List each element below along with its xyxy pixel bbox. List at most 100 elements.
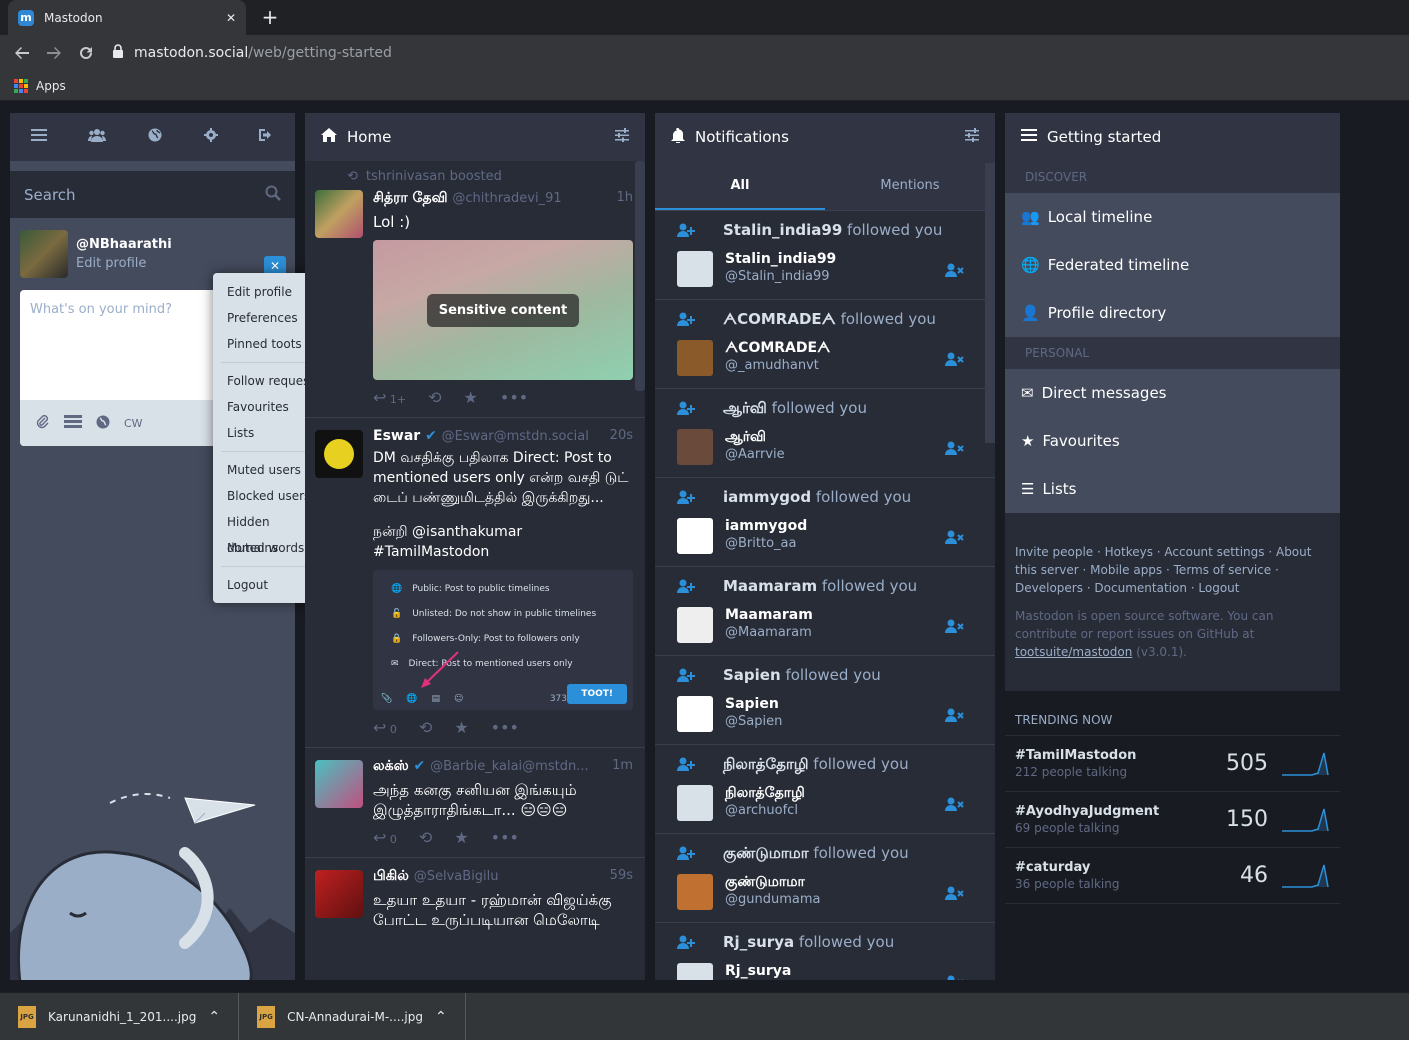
unfollow-icon[interactable] (945, 263, 965, 281)
notification-display-name[interactable]: Rj_surya (725, 963, 791, 979)
nav-lists[interactable]: ☰ Lists (1005, 465, 1340, 513)
status-time[interactable]: 59s (610, 868, 633, 886)
boost-icon[interactable]: ⟲ (419, 828, 432, 847)
status-display-name[interactable]: சித்ரா தேவி (373, 190, 448, 206)
status-time[interactable]: 20s (610, 428, 633, 444)
status-avatar[interactable] (315, 760, 363, 808)
unfollow-icon[interactable] (945, 530, 965, 548)
notification-avatar[interactable] (677, 963, 713, 980)
notification-display-name[interactable]: Maamaram (725, 607, 813, 623)
unfollow-icon[interactable] (945, 886, 965, 904)
notification-display-name[interactable]: Sapien (725, 696, 779, 712)
notification-avatar[interactable] (677, 518, 713, 554)
notification-item[interactable]: ஆர்வி followed you ஆர்வி @Aarrvie (655, 389, 995, 478)
status-avatar[interactable] (315, 190, 363, 238)
users-icon[interactable] (88, 128, 107, 146)
more-icon[interactable]: ••• (500, 388, 528, 407)
notification-avatar[interactable] (677, 429, 713, 465)
notification-account[interactable]: ஆர்வி (723, 399, 767, 417)
download-item[interactable]: JPG CN-Annadurai-M-....jpg ⌃ (239, 992, 466, 1040)
unfollow-icon[interactable] (945, 708, 965, 726)
home-column-header[interactable]: Home (305, 113, 645, 161)
reply-button[interactable]: ↩ 1+ (373, 388, 406, 407)
nav-local-timeline[interactable]: 👥 Local timeline (1005, 193, 1340, 241)
github-link[interactable]: tootsuite/mastodon (1015, 645, 1132, 659)
chevron-up-icon[interactable]: ⌃ (208, 1009, 220, 1025)
status-display-name[interactable]: லக்ஸ் (373, 758, 409, 774)
notification-account[interactable]: iammygod (723, 488, 811, 506)
globe-icon[interactable] (148, 128, 162, 146)
trend-item[interactable]: #caturday 36 people talking 46 (1005, 848, 1340, 904)
status-display-name[interactable]: Eswar (373, 428, 420, 444)
status-time[interactable]: 1m (612, 758, 633, 776)
paperclip-icon[interactable] (36, 414, 50, 432)
notification-account[interactable]: நிலாத்தோழி (723, 755, 809, 773)
footer-link[interactable]: Hotkeys (1105, 545, 1153, 559)
notification-item[interactable]: ᗅCOMRADEᗅ followed you ᗅCOMRADEᗅ @_amudhan… (655, 300, 995, 389)
notification-avatar[interactable] (677, 785, 713, 821)
embedded-screenshot[interactable]: 🌐 Public: Post to public timelines 🔓 Unlis… (373, 570, 633, 710)
sensitive-media[interactable]: Sensitive content (373, 240, 633, 380)
search-input[interactable]: Search (10, 171, 295, 218)
boost-icon[interactable]: ⟲ (428, 388, 441, 407)
trend-hashtag[interactable]: #AyodhyaJudgment (1015, 804, 1202, 819)
footer-link[interactable]: Documentation (1094, 581, 1187, 595)
globe-icon[interactable] (96, 415, 110, 432)
notification-avatar[interactable] (677, 251, 713, 287)
cw-button[interactable]: CW (124, 417, 143, 430)
notification-item[interactable]: Maamaram followed you Maamaram @Maamaram (655, 567, 995, 656)
notification-item[interactable]: iammygod followed you iammygod @Britto_aa (655, 478, 995, 567)
notification-avatar[interactable] (677, 607, 713, 643)
status-time[interactable]: 1h (616, 190, 633, 208)
status-item[interactable]: சித்ரா தேவி @chithradevi_91 1h Lol :) Se… (305, 184, 645, 418)
star-icon[interactable]: ★ (464, 388, 478, 407)
notification-display-name[interactable]: iammygod (725, 518, 807, 534)
download-item[interactable]: JPG Karunanidhi_1_201....jpg ⌃ (0, 992, 240, 1040)
avatar[interactable] (20, 230, 68, 278)
status-item[interactable]: Eswar ✔ @Eswar@mstdn.social 20s DM வசதிக… (305, 418, 645, 748)
menu-icon[interactable] (30, 128, 47, 146)
reply-button[interactable]: ↩ 0 (373, 718, 397, 737)
unfollow-icon[interactable] (945, 797, 965, 815)
notification-item[interactable]: நிலாத்தோழி followed you நிலாத்தோழி @archuo… (655, 745, 995, 834)
unfollow-icon[interactable] (945, 352, 965, 370)
notification-account[interactable]: ᗅCOMRADEᗅ (723, 310, 836, 328)
sliders-icon[interactable] (965, 128, 979, 146)
poll-icon[interactable] (64, 414, 82, 432)
browser-tab[interactable]: m Mastodon ✕ (8, 0, 246, 35)
nav-direct-messages[interactable]: ✉ Direct messages (1005, 369, 1340, 417)
trend-item[interactable]: #AyodhyaJudgment 69 people talking 150 (1005, 792, 1340, 848)
trend-hashtag[interactable]: #caturday (1015, 860, 1202, 875)
chevron-up-icon[interactable]: ⌃ (435, 1009, 447, 1025)
reload-icon[interactable] (72, 39, 100, 67)
tab-mentions[interactable]: Mentions (825, 161, 995, 210)
notification-item[interactable]: Stalin_india99 followed you Stalin_india9… (655, 211, 995, 300)
back-icon[interactable] (8, 39, 36, 67)
apps-bookmark[interactable]: Apps (36, 79, 66, 93)
sign-out-icon[interactable] (259, 128, 274, 146)
trend-item[interactable]: #TamilMastodon 212 people talking 505 (1005, 736, 1340, 792)
more-icon[interactable]: ••• (491, 718, 519, 737)
footer-link[interactable]: Invite people (1015, 545, 1093, 559)
notification-display-name[interactable]: Stalin_india99 (725, 251, 836, 267)
notification-item[interactable]: Sapien followed you Sapien @Sapien (655, 656, 995, 745)
notification-display-name[interactable]: நிலாத்தோழி (725, 785, 805, 803)
nav-profile-directory[interactable]: 👤 Profile directory (1005, 289, 1340, 337)
forward-icon[interactable] (40, 39, 68, 67)
sensitive-content-button[interactable]: Sensitive content (426, 293, 580, 327)
footer-link[interactable]: Developers (1015, 581, 1083, 595)
notification-account[interactable]: Sapien (723, 666, 781, 684)
more-icon[interactable]: ••• (491, 828, 519, 847)
notification-item[interactable]: குண்டுமாமா followed you குண்டுமாமா @gundum… (655, 834, 995, 923)
tab-all[interactable]: All (655, 161, 825, 210)
status-display-name[interactable]: பிகில் (373, 868, 409, 884)
tab-close-icon[interactable]: ✕ (226, 11, 236, 25)
status-avatar[interactable] (315, 430, 363, 478)
unfollow-icon[interactable] (945, 975, 965, 980)
new-tab-button[interactable]: + (258, 5, 282, 29)
notification-account[interactable]: குண்டுமாமா (723, 844, 809, 862)
star-icon[interactable]: ★ (454, 828, 468, 847)
unfollow-icon[interactable] (945, 619, 965, 637)
notification-display-name[interactable]: குண்டுமாமா (725, 874, 805, 892)
star-icon[interactable]: ★ (454, 718, 468, 737)
